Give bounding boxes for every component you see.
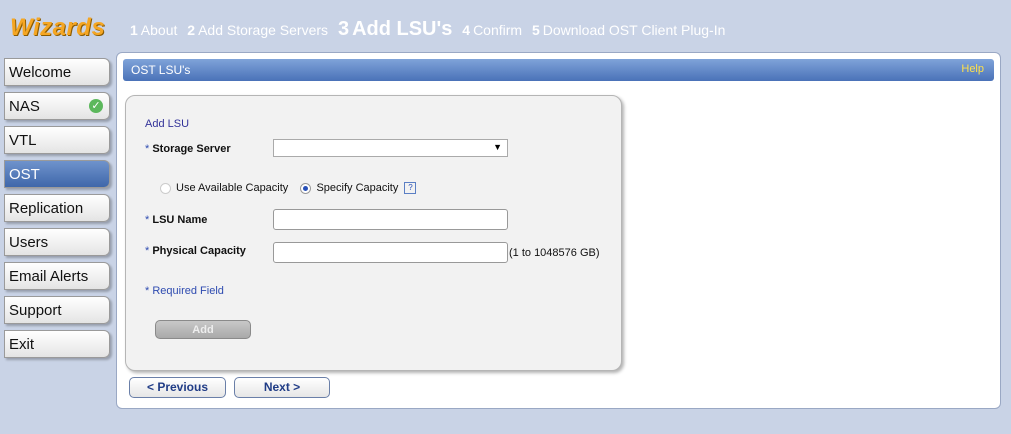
sidebar-item-support[interactable]: Support — [4, 296, 110, 324]
capacity-range-hint: (1 to 1048576 GB) — [509, 247, 600, 259]
step-confirm[interactable]: 4 Confirm — [462, 22, 522, 38]
step-about[interactable]: 1 About — [130, 22, 177, 38]
sidebar-item-email-alerts[interactable]: Email Alerts — [4, 262, 110, 290]
section-title: Add LSU — [145, 118, 190, 130]
step-download-plugin[interactable]: 5 Download OST Client Plug-In — [532, 22, 725, 38]
use-available-capacity-radio[interactable] — [160, 182, 171, 194]
step-add-storage-servers[interactable]: 2 Add Storage Servers — [187, 22, 328, 38]
main-content: OST LSU's Help Add LSU * Storage Server … — [116, 52, 1001, 409]
wizards-logo: Wizards — [10, 14, 106, 41]
sidebar-item-ost[interactable]: OST — [4, 160, 110, 188]
check-circle-icon: ✓ — [89, 99, 103, 113]
capacity-mode-group: Use Available Capacity Specify Capacity … — [160, 182, 417, 195]
wizard-steps: 1 About 2 Add Storage Servers 3 Add LSU's 4… — [130, 18, 731, 41]
sidebar-item-exit[interactable]: Exit — [4, 330, 110, 358]
sidebar-item-nas[interactable]: NAS ✓ — [4, 92, 110, 120]
storage-server-select[interactable]: ▼ — [273, 139, 508, 157]
sidebar-item-label: NAS — [9, 98, 40, 115]
lsu-name-label: * LSU Name — [145, 214, 208, 226]
sidebar: Welcome NAS ✓ VTL OST Replication Users E… — [4, 58, 110, 364]
specify-capacity-radio[interactable] — [300, 182, 312, 194]
sidebar-item-welcome[interactable]: Welcome — [4, 58, 110, 86]
sidebar-item-vtl[interactable]: VTL — [4, 126, 110, 154]
add-button[interactable]: Add — [155, 320, 251, 339]
chevron-down-icon: ▼ — [493, 142, 502, 152]
next-button[interactable]: Next > — [234, 377, 330, 398]
required-field-note: * Required Field — [145, 285, 224, 297]
lsu-name-field[interactable] — [273, 209, 508, 230]
help-icon[interactable]: ? — [404, 182, 417, 195]
help-link[interactable]: Help — [961, 63, 984, 75]
top-bar: Wizards 1 About 2 Add Storage Servers 3 Add… — [0, 0, 1011, 46]
storage-server-label: * Storage Server — [145, 143, 231, 155]
add-lsu-form: Add LSU * Storage Server ▼ Use Available… — [125, 95, 622, 371]
previous-button[interactable]: < Previous — [129, 377, 226, 398]
physical-capacity-field[interactable] — [273, 242, 508, 263]
step-add-lsus[interactable]: 3 Add LSU's — [338, 18, 452, 41]
panel-title-bar: OST LSU's Help — [123, 59, 994, 81]
page-title: OST LSU's — [131, 63, 191, 77]
sidebar-item-users[interactable]: Users — [4, 228, 110, 256]
sidebar-item-replication[interactable]: Replication — [4, 194, 110, 222]
physical-capacity-label: * Physical Capacity — [145, 245, 246, 257]
